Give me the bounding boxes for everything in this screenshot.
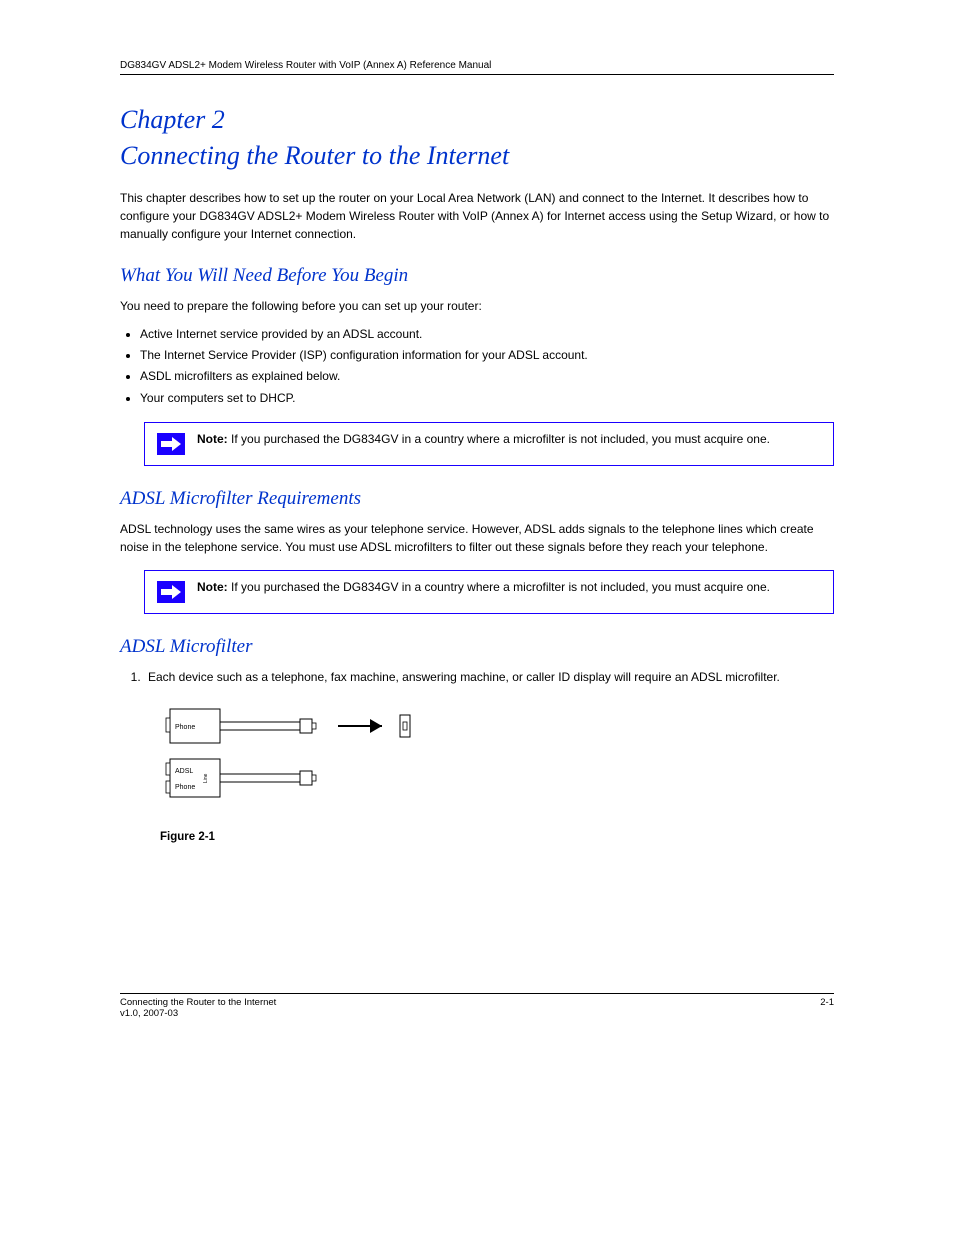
page: DG834GV ADSL2+ Modem Wireless Router wit…: [0, 0, 954, 1079]
section-before-begin-text: You need to prepare the following before…: [120, 297, 834, 315]
note-box: Note: If you purchased the DG834GV in a …: [144, 422, 834, 466]
list-item: ASDL microfilters as explained below.: [140, 367, 834, 386]
list-item: Active Internet service provided by an A…: [140, 325, 834, 344]
filter-label-phone2: Phone: [175, 784, 195, 791]
manual-title: DG834GV ADSL2+ Modem Wireless Router wit…: [120, 60, 491, 71]
requirements-list: Active Internet service provided by an A…: [140, 325, 834, 408]
footer-left: Connecting the Router to the Internet: [120, 997, 276, 1008]
section-microfilter-req-title: ADSL Microfilter Requirements: [120, 488, 834, 510]
note-box: Note: If you purchased the DG834GV in a …: [144, 570, 834, 614]
figure-caption: Figure 2-1: [160, 831, 834, 843]
note-label: Note:: [197, 432, 228, 446]
section-microfilter-req-text: ADSL technology uses the same wires as y…: [120, 520, 834, 556]
filter-label-line: Line: [203, 773, 209, 783]
steps-list: Each device such as a telephone, fax mac…: [120, 668, 834, 687]
footer-page-number: 2-1: [820, 997, 834, 1019]
list-item: The Internet Service Provider (ISP) conf…: [140, 346, 834, 365]
list-item: Each device such as a telephone, fax mac…: [144, 668, 834, 687]
note-text: Note: If you purchased the DG834GV in a …: [197, 579, 770, 596]
footer-version: v1.0, 2007-03: [120, 1008, 276, 1019]
note-body: If you purchased the DG834GV in a countr…: [231, 580, 770, 594]
filter-label-adsl: ADSL: [175, 768, 193, 775]
chapter-label: Chapter 2: [120, 105, 834, 135]
list-item: Your computers set to DHCP.: [140, 389, 834, 408]
arrow-right-icon: [157, 581, 185, 603]
note-text: Note: If you purchased the DG834GV in a …: [197, 431, 770, 448]
section-microfilter-title: ADSL Microfilter: [120, 636, 834, 658]
arrow-right-icon: [157, 433, 185, 455]
section-before-begin-title: What You Will Need Before You Begin: [120, 265, 834, 287]
filter-label-phone: Phone: [175, 724, 195, 731]
chapter-title: Connecting the Router to the Internet: [120, 141, 834, 171]
header-bar: DG834GV ADSL2+ Modem Wireless Router wit…: [120, 60, 834, 75]
figure-microfilter: Phone ADSL Phone Line: [160, 703, 834, 823]
note-body: If you purchased the DG834GV in a countr…: [231, 432, 770, 446]
intro-paragraph: This chapter describes how to set up the…: [120, 189, 834, 243]
note-label: Note:: [197, 580, 228, 594]
page-footer: Connecting the Router to the Internet v1…: [120, 993, 834, 1019]
